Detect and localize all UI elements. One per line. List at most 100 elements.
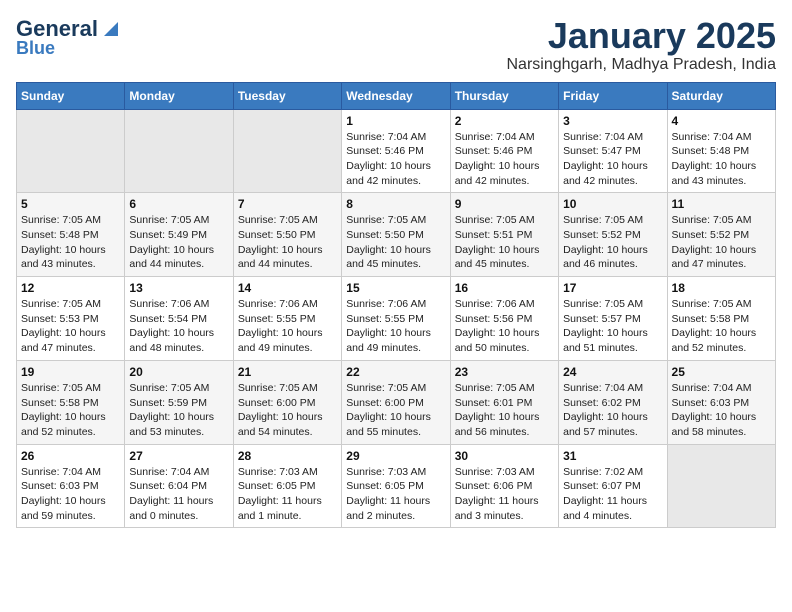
day-number: 30: [455, 449, 554, 463]
day-info-line: and 53 minutes.: [129, 426, 204, 438]
day-info-line: and 3 minutes.: [455, 510, 524, 522]
day-cell: 10Sunrise: 7:05 AMSunset: 5:52 PMDayligh…: [559, 193, 667, 277]
day-info: Sunrise: 7:05 AMSunset: 5:58 PMDaylight:…: [672, 297, 771, 356]
day-info-line: Sunrise: 7:05 AM: [563, 214, 643, 226]
day-number: 19: [21, 365, 120, 379]
day-number: 25: [672, 365, 771, 379]
day-info-line: Sunrise: 7:05 AM: [21, 382, 101, 394]
day-cell: 29Sunrise: 7:03 AMSunset: 6:05 PMDayligh…: [342, 444, 450, 528]
week-row-1: 1Sunrise: 7:04 AMSunset: 5:46 PMDaylight…: [17, 109, 776, 193]
day-info: Sunrise: 7:04 AMSunset: 6:04 PMDaylight:…: [129, 465, 228, 524]
day-info-line: and 42 minutes.: [455, 175, 530, 187]
week-row-3: 12Sunrise: 7:05 AMSunset: 5:53 PMDayligh…: [17, 277, 776, 361]
day-info-line: Sunset: 6:03 PM: [21, 480, 99, 492]
day-info-line: and 44 minutes.: [238, 258, 313, 270]
day-info-line: Sunrise: 7:06 AM: [129, 298, 209, 310]
day-info-line: Sunrise: 7:06 AM: [238, 298, 318, 310]
day-info-line: Daylight: 10 hours: [129, 244, 214, 256]
day-info-line: Sunrise: 7:05 AM: [129, 382, 209, 394]
day-info-line: and 56 minutes.: [455, 426, 530, 438]
day-number: 6: [129, 197, 228, 211]
day-info-line: Sunrise: 7:06 AM: [346, 298, 426, 310]
day-cell: 4Sunrise: 7:04 AMSunset: 5:48 PMDaylight…: [667, 109, 775, 193]
day-info: Sunrise: 7:06 AMSunset: 5:55 PMDaylight:…: [238, 297, 337, 356]
day-info: Sunrise: 7:05 AMSunset: 5:52 PMDaylight:…: [672, 213, 771, 272]
day-info-line: Daylight: 10 hours: [672, 411, 757, 423]
title-block: January 2025 Narsinghgarh, Madhya Prades…: [507, 16, 777, 74]
day-info: Sunrise: 7:04 AMSunset: 5:46 PMDaylight:…: [455, 130, 554, 189]
day-info-line: Sunset: 5:51 PM: [455, 229, 533, 241]
day-cell: 23Sunrise: 7:05 AMSunset: 6:01 PMDayligh…: [450, 360, 558, 444]
day-info-line: Daylight: 10 hours: [672, 244, 757, 256]
day-info-line: Sunrise: 7:05 AM: [238, 382, 318, 394]
day-info-line: Sunrise: 7:04 AM: [563, 131, 643, 143]
day-info-line: Sunset: 6:07 PM: [563, 480, 641, 492]
day-info: Sunrise: 7:06 AMSunset: 5:55 PMDaylight:…: [346, 297, 445, 356]
day-number: 2: [455, 114, 554, 128]
day-number: 11: [672, 197, 771, 211]
day-info-line: Daylight: 10 hours: [563, 411, 648, 423]
day-cell: [233, 109, 341, 193]
day-info-line: Daylight: 11 hours: [563, 495, 647, 507]
col-header-saturday: Saturday: [667, 82, 775, 109]
day-info-line: Daylight: 10 hours: [238, 327, 323, 339]
day-info-line: Sunrise: 7:05 AM: [563, 298, 643, 310]
day-cell: 1Sunrise: 7:04 AMSunset: 5:46 PMDaylight…: [342, 109, 450, 193]
day-info-line: Sunset: 5:58 PM: [672, 313, 750, 325]
day-info-line: Sunset: 6:02 PM: [563, 397, 641, 409]
day-info: Sunrise: 7:04 AMSunset: 5:46 PMDaylight:…: [346, 130, 445, 189]
day-number: 16: [455, 281, 554, 295]
day-info-line: Daylight: 10 hours: [21, 411, 106, 423]
day-info-line: Sunrise: 7:05 AM: [455, 382, 535, 394]
page-title: January 2025: [507, 16, 777, 56]
day-info: Sunrise: 7:04 AMSunset: 5:48 PMDaylight:…: [672, 130, 771, 189]
day-info-line: Daylight: 10 hours: [129, 327, 214, 339]
day-info-line: and 42 minutes.: [563, 175, 638, 187]
day-info: Sunrise: 7:05 AMSunset: 5:48 PMDaylight:…: [21, 213, 120, 272]
day-cell: 8Sunrise: 7:05 AMSunset: 5:50 PMDaylight…: [342, 193, 450, 277]
day-cell: 15Sunrise: 7:06 AMSunset: 5:55 PMDayligh…: [342, 277, 450, 361]
day-cell: 5Sunrise: 7:05 AMSunset: 5:48 PMDaylight…: [17, 193, 125, 277]
day-cell: 17Sunrise: 7:05 AMSunset: 5:57 PMDayligh…: [559, 277, 667, 361]
day-info-line: and 45 minutes.: [455, 258, 530, 270]
day-info: Sunrise: 7:02 AMSunset: 6:07 PMDaylight:…: [563, 465, 662, 524]
day-cell: [667, 444, 775, 528]
day-info-line: and 58 minutes.: [672, 426, 747, 438]
day-info-line: Daylight: 10 hours: [346, 411, 431, 423]
day-info-line: Sunset: 5:58 PM: [21, 397, 99, 409]
day-info-line: Sunset: 6:05 PM: [238, 480, 316, 492]
day-info-line: Daylight: 10 hours: [455, 327, 540, 339]
day-info-line: Daylight: 11 hours: [455, 495, 539, 507]
day-number: 28: [238, 449, 337, 463]
day-cell: 20Sunrise: 7:05 AMSunset: 5:59 PMDayligh…: [125, 360, 233, 444]
logo-blue-text: Blue: [16, 38, 55, 59]
col-header-friday: Friday: [559, 82, 667, 109]
calendar-table: SundayMondayTuesdayWednesdayThursdayFrid…: [16, 82, 776, 529]
day-info-line: and 44 minutes.: [129, 258, 204, 270]
page-header: General Blue January 2025 Narsinghgarh, …: [16, 16, 776, 74]
day-cell: [17, 109, 125, 193]
day-info-line: Sunset: 5:47 PM: [563, 145, 641, 157]
col-header-wednesday: Wednesday: [342, 82, 450, 109]
day-number: 10: [563, 197, 662, 211]
day-info-line: Sunset: 6:00 PM: [346, 397, 424, 409]
day-info-line: Sunrise: 7:03 AM: [238, 466, 318, 478]
day-info-line: Daylight: 10 hours: [21, 327, 106, 339]
day-info: Sunrise: 7:06 AMSunset: 5:54 PMDaylight:…: [129, 297, 228, 356]
day-info-line: Sunset: 6:06 PM: [455, 480, 533, 492]
day-info-line: Sunset: 5:55 PM: [346, 313, 424, 325]
day-info-line: Sunrise: 7:05 AM: [238, 214, 318, 226]
day-info-line: Sunrise: 7:04 AM: [346, 131, 426, 143]
day-cell: 26Sunrise: 7:04 AMSunset: 6:03 PMDayligh…: [17, 444, 125, 528]
col-header-tuesday: Tuesday: [233, 82, 341, 109]
day-number: 26: [21, 449, 120, 463]
day-cell: [125, 109, 233, 193]
header-row: SundayMondayTuesdayWednesdayThursdayFrid…: [17, 82, 776, 109]
day-info: Sunrise: 7:05 AM Sunset: 5:58 PM Daylight:…: [21, 381, 120, 440]
day-info-line: Daylight: 10 hours: [563, 327, 648, 339]
day-info: Sunrise: 7:05 AMSunset: 5:49 PMDaylight:…: [129, 213, 228, 272]
day-info-line: Sunset: 5:49 PM: [129, 229, 207, 241]
day-info-line: Sunrise: 7:04 AM: [129, 466, 209, 478]
day-cell: 19 Sunrise: 7:05 AM Sunset: 5:58 PM Dayligh…: [17, 360, 125, 444]
day-cell: 30Sunrise: 7:03 AMSunset: 6:06 PMDayligh…: [450, 444, 558, 528]
